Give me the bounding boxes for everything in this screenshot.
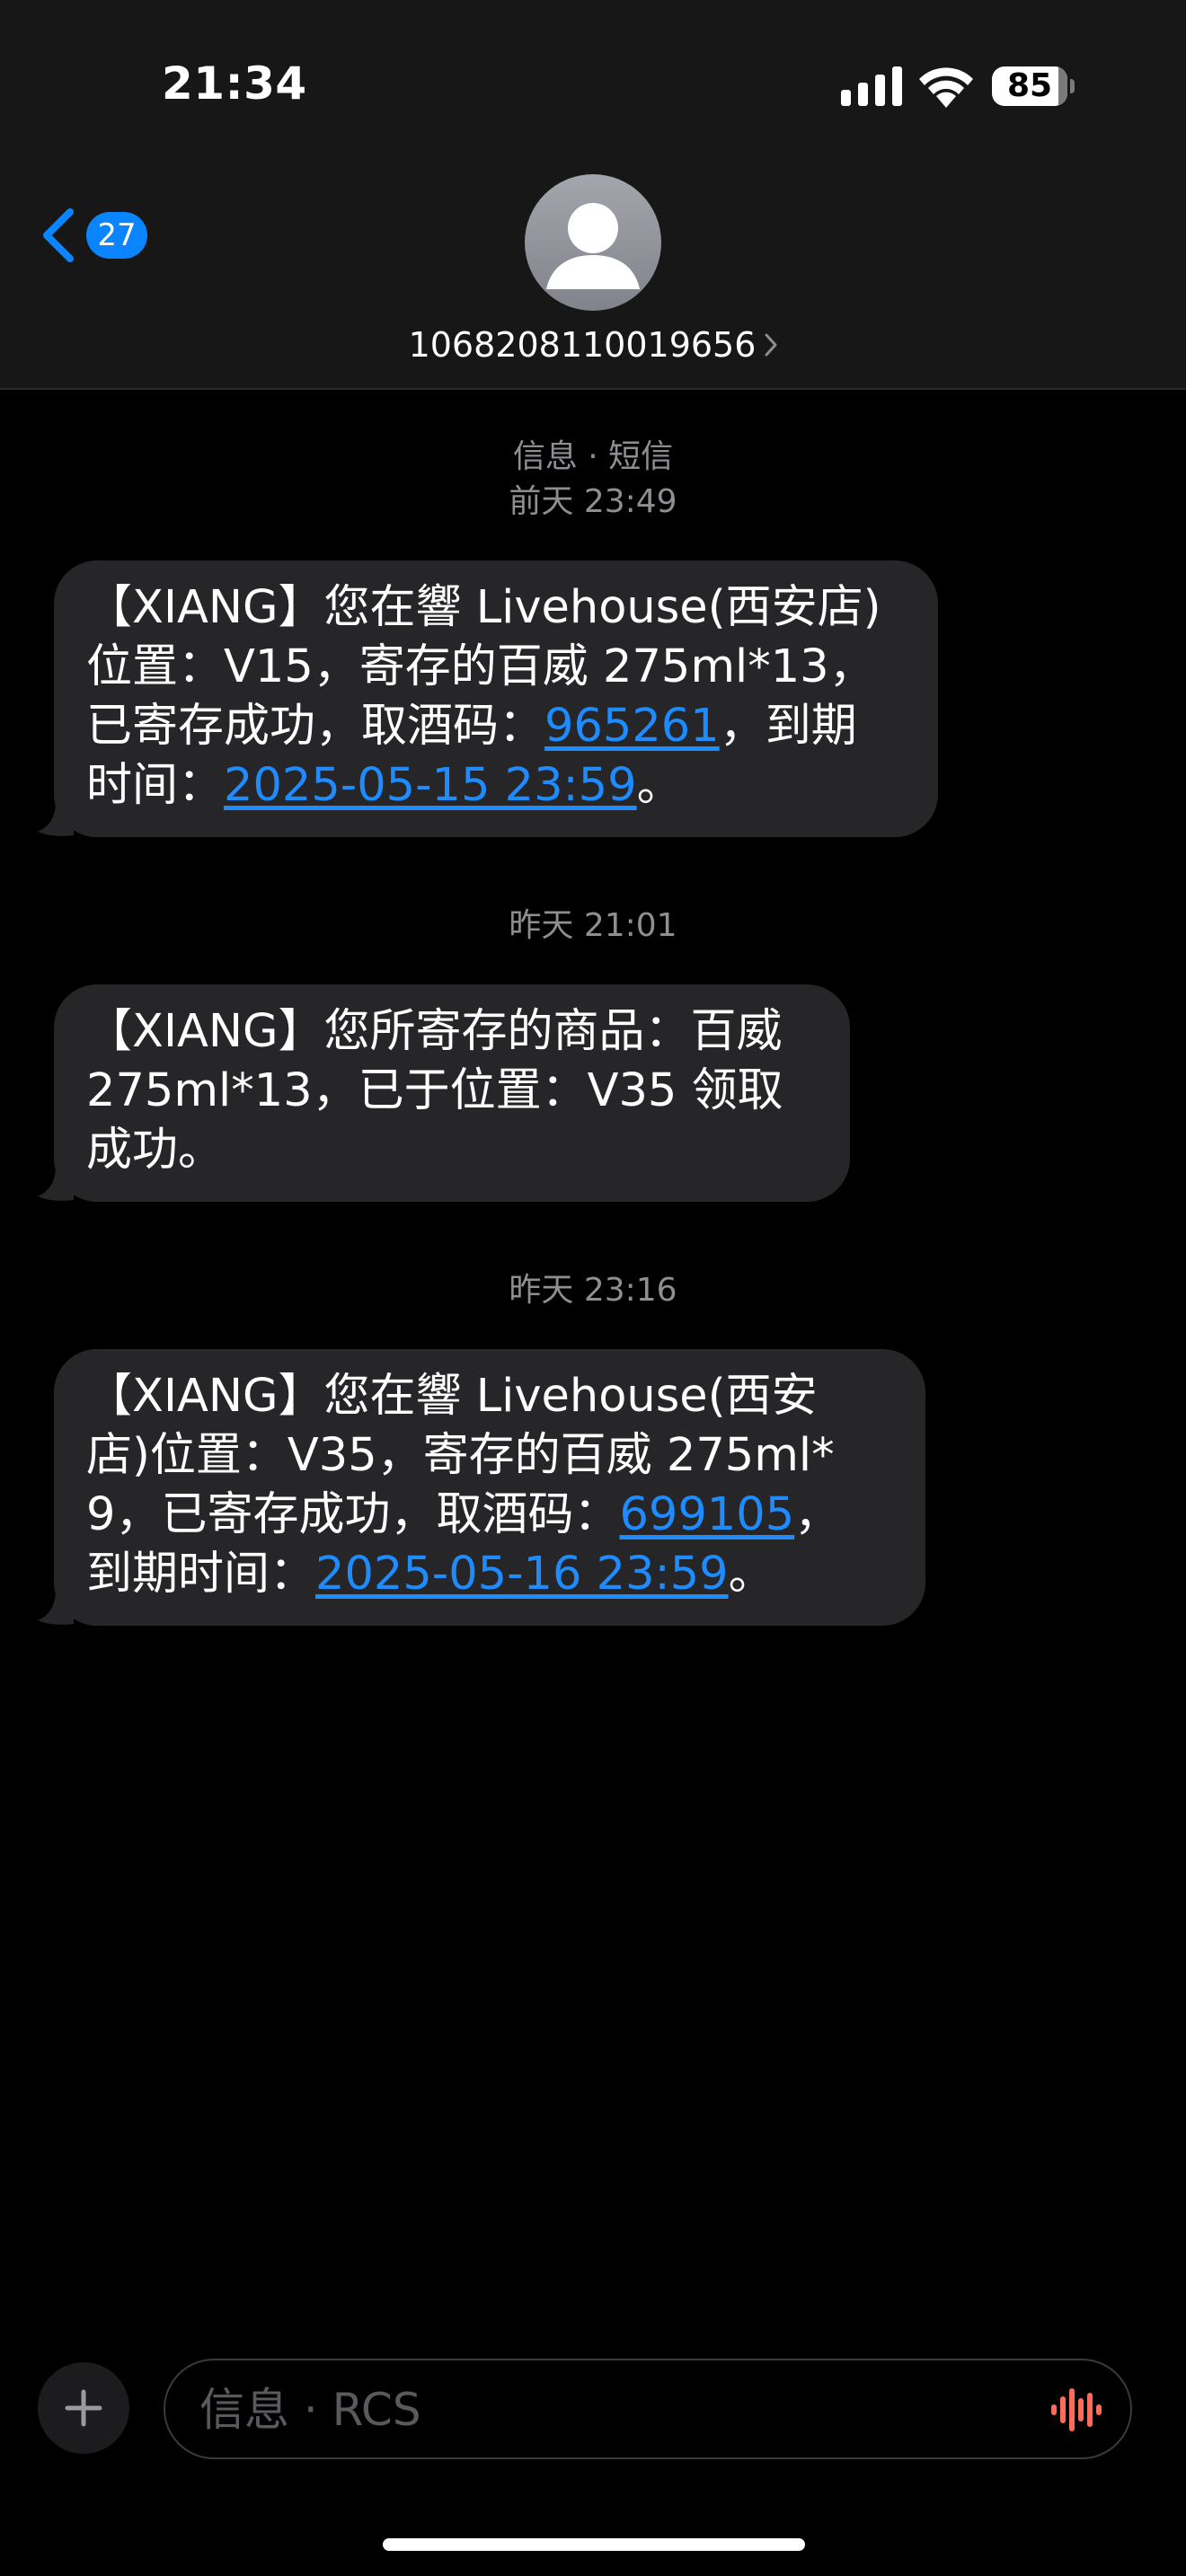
message-timestamp: 昨天 23:16 (0, 1268, 1186, 1313)
bubble-tail (38, 1590, 74, 1625)
plus-icon (65, 2389, 102, 2427)
wifi-icon (919, 67, 973, 108)
timestamp-text: 前天 23:49 (509, 483, 677, 520)
contact-avatar[interactable] (525, 174, 661, 311)
add-attachment-button[interactable] (38, 2362, 129, 2454)
voice-waveform-icon[interactable] (1051, 2386, 1103, 2434)
message-field[interactable] (164, 2359, 1132, 2459)
timestamp-text: 昨天 23:16 (509, 1272, 677, 1309)
battery-icon: 85 (992, 66, 1075, 106)
message-text: 【XIANG】您所寄存的商品：百威 275ml*13，已于位置：V35 领取成功… (86, 1005, 783, 1177)
bubble-tail (38, 801, 74, 836)
unread-count-badge: 27 (86, 212, 147, 259)
message-text: 。 (636, 759, 683, 812)
message-text: 。 (728, 1548, 774, 1601)
chevron-right-icon (765, 333, 777, 357)
contact-name: 1068208110019656 (408, 325, 757, 365)
message-bubble[interactable]: 【XIANG】您在響 Livehouse(西安店)位置：V35，寄存的百威 27… (38, 1349, 925, 1626)
timestamp-text: 昨天 21:01 (509, 907, 677, 944)
service-label: 信息 · 短信 (512, 438, 674, 475)
back-button[interactable]: 27 (40, 203, 156, 268)
expiry-date-link[interactable]: 2025-05-16 23:59 (315, 1548, 729, 1601)
conversation-header: 21:34 85 27 1068208110019656 (0, 0, 1186, 390)
pickup-code-link[interactable]: 699105 (619, 1488, 794, 1541)
bubble-tail (38, 1166, 74, 1201)
message-bubble[interactable]: 【XIANG】您在響 Livehouse(西安店)位置：V15，寄存的百威 27… (38, 560, 938, 837)
message-bubble[interactable]: 【XIANG】您所寄存的商品：百威 275ml*13，已于位置：V35 领取成功… (38, 984, 850, 1202)
message-input[interactable] (198, 2360, 1010, 2459)
person-icon (546, 203, 640, 289)
chevron-left-icon (43, 208, 74, 262)
contact-details-button[interactable]: 1068208110019656 (323, 320, 863, 370)
message-timestamp: 昨天 21:01 (0, 904, 1186, 948)
expiry-date-link[interactable]: 2025-05-15 23:59 (224, 759, 637, 812)
status-bar-time: 21:34 (162, 57, 307, 110)
cellular-signal-icon (841, 66, 902, 106)
home-indicator[interactable] (383, 2538, 805, 2551)
battery-level: 85 (1006, 67, 1053, 104)
message-timestamp: 信息 · 短信 前天 23:49 (0, 435, 1186, 525)
pickup-code-link[interactable]: 965261 (544, 700, 720, 753)
